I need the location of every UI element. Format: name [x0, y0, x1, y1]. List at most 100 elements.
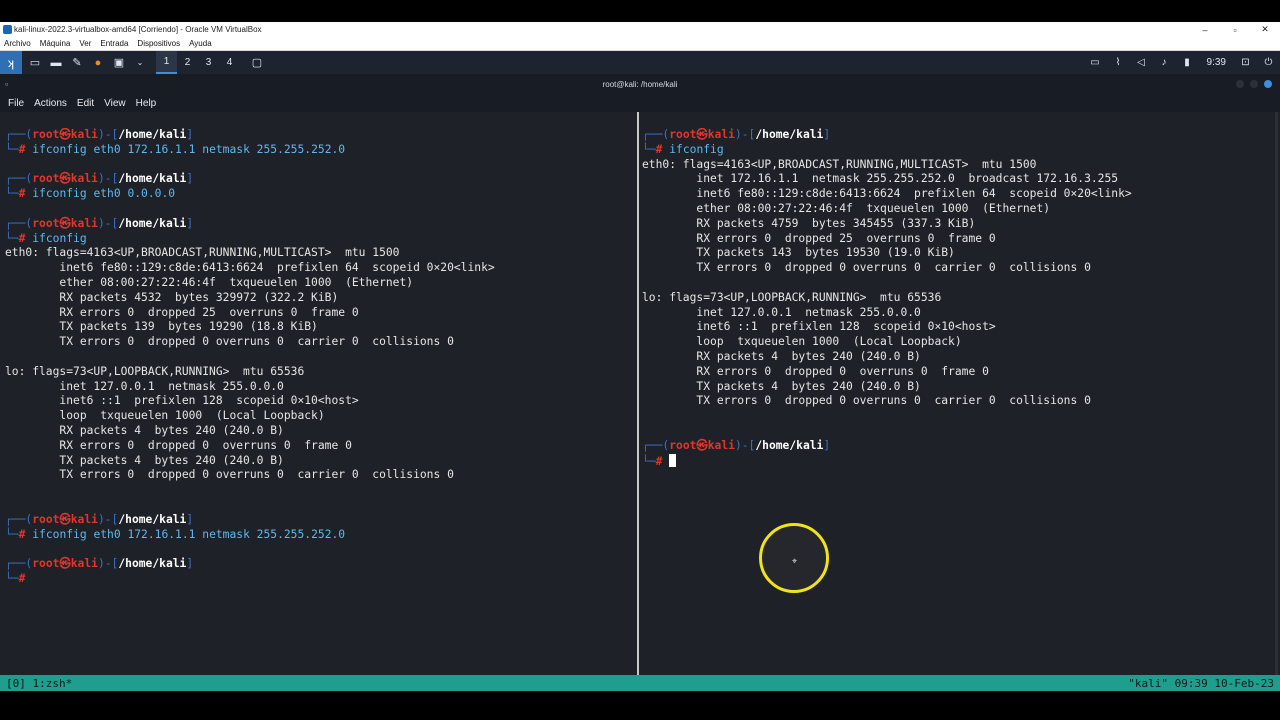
mouse-pointer-icon: ⌖ — [792, 556, 798, 566]
output-line: TX errors 0 dropped 0 overruns 0 carrier… — [5, 468, 454, 482]
terminal-menubar: File Actions Edit View Help — [0, 94, 1280, 112]
prompt-line: ┌──(root㉿kali)-[/home/kali] — [5, 217, 633, 232]
prompt-frame: )-[ — [97, 216, 119, 230]
vbox-menu-maquina[interactable]: Máquina — [40, 39, 71, 48]
notification-icon[interactable]: ♪ — [1153, 57, 1176, 68]
output-line: inet6 fe80::129:c8de:6413:6624 prefixlen… — [642, 187, 1132, 201]
output-line: TX errors 0 dropped 0 overruns 0 carrier… — [642, 394, 1091, 408]
display-icon[interactable]: ▭ — [1084, 57, 1107, 68]
terminal-maximize-icon[interactable] — [1250, 80, 1258, 88]
prompt-line: ┌──(root㉿kali)-[/home/kali] — [5, 513, 633, 528]
command-line: └─# ifconfig — [642, 143, 1274, 158]
workspace-2[interactable]: 2 — [177, 51, 198, 74]
desktop-icon[interactable]: ▭ — [27, 55, 43, 71]
network-icon[interactable]: ⌇ — [1107, 57, 1130, 68]
terminal-body[interactable]: ┌──(root㉿kali)-[/home/kali] └─# ifconfig … — [0, 112, 1280, 675]
output-line: ether 08:00:27:22:46:4f txqueuelen 1000 … — [5, 275, 414, 289]
workspace-4[interactable]: 4 — [219, 51, 240, 74]
output-line: RX errors 0 dropped 25 overruns 0 frame … — [5, 305, 359, 319]
tmux-pane-left[interactable]: ┌──(root㉿kali)-[/home/kali] └─# ifconfig … — [5, 128, 633, 587]
output-line: inet6 ::1 prefixlen 128 scopeid 0×10<hos… — [642, 320, 996, 334]
prompt-user-host: root㉿kali — [32, 172, 98, 186]
workspace-3[interactable]: 3 — [198, 51, 219, 74]
output-line: eth0: flags=4163<UP,BROADCAST,RUNNING,MU… — [5, 246, 400, 260]
tmux-window-list: [0] 1:zsh* — [6, 676, 73, 690]
panel-clock[interactable]: 9:39 — [1207, 57, 1226, 68]
menu-edit[interactable]: Edit — [77, 98, 94, 109]
close-icon[interactable]: ✕ — [1250, 24, 1280, 35]
menu-file[interactable]: File — [8, 98, 24, 109]
screenshot-icon[interactable]: ▢ — [249, 55, 265, 71]
maximize-icon[interactable]: ▫ — [1220, 25, 1250, 35]
output-line: RX errors 0 dropped 0 overruns 0 frame 0 — [642, 364, 989, 378]
tmux-pane-right[interactable]: ┌──(root㉿kali)-[/home/kali] └─# ifconfig e… — [642, 128, 1274, 468]
output-line: RX packets 4 bytes 240 (240.0 B) — [5, 423, 284, 437]
command-line: └─# ifconfig eth0 172.16.1.1 netmask 255… — [5, 528, 633, 543]
menu-view[interactable]: View — [104, 98, 126, 109]
command-text: ifconfig — [669, 142, 724, 156]
output-line: TX packets 4 bytes 240 (240.0 B) — [5, 453, 284, 467]
prompt-frame: ┌──( — [5, 172, 33, 186]
terminal-window-icon: ▫ — [5, 79, 9, 89]
prompt-path: /home/kali — [755, 438, 824, 452]
letterbox-bottom — [0, 691, 1280, 720]
tmux-status-bar: [0] 1:zsh* "kali" 09:39 10-Feb-23 — [0, 675, 1280, 691]
prompt-path: /home/kali — [118, 557, 187, 571]
prompt-frame: )-[ — [97, 172, 119, 186]
prompt-frame: ] — [823, 128, 831, 141]
vbox-menu-dispositivos[interactable]: Dispositivos — [137, 39, 180, 48]
prompt-line: ┌──(root㉿kali)-[/home/kali] — [642, 128, 1274, 143]
battery-icon[interactable]: ▮ — [1176, 57, 1199, 68]
command-line: └─# — [5, 572, 633, 587]
output-line: TX packets 143 bytes 19530 (19.0 KiB) — [642, 246, 955, 260]
prompt-line: ┌──(root㉿kali)-[/home/kali] — [5, 128, 633, 143]
prompt-frame: ┌──( — [642, 438, 670, 452]
prompt-path: /home/kali — [118, 512, 187, 526]
vbox-menu-ver[interactable]: Ver — [79, 39, 91, 48]
chevron-down-icon[interactable]: ⌄ — [132, 55, 148, 71]
vbox-menu-ayuda[interactable]: Ayuda — [189, 39, 212, 48]
vbox-menu-archivo[interactable]: Archivo — [4, 39, 31, 48]
virtualbox-window-title: kali-linux-2022.3-virtualbox-amd64 [Corr… — [14, 25, 262, 34]
command-text: ifconfig eth0 0.0.0.0 — [32, 187, 176, 201]
prompt-frame: ] — [186, 128, 194, 141]
terminal-titlebar: ▫ root@kali: /home/kali — [0, 74, 1280, 94]
file-manager-icon[interactable]: ▬ — [48, 55, 64, 71]
workspace-1[interactable]: 1 — [156, 51, 177, 74]
menu-help[interactable]: Help — [136, 98, 157, 109]
kali-menu-icon[interactable]: ʞ — [0, 51, 22, 74]
lock-icon[interactable]: ⊡ — [1234, 57, 1257, 68]
prompt-frame: ] — [186, 172, 194, 186]
terminal-icon[interactable]: ▣ — [111, 55, 127, 71]
prompt-frame: └─ — [5, 187, 19, 201]
terminal-scrollbar[interactable] — [1275, 112, 1278, 675]
terminal-minimize-icon[interactable] — [1236, 80, 1244, 88]
command-text: ifconfig eth0 172.16.1.1 netmask 255.255… — [32, 527, 346, 541]
firefox-icon[interactable]: ● — [90, 55, 106, 71]
prompt-path: /home/kali — [755, 128, 824, 141]
prompt-frame: ] — [186, 512, 194, 526]
prompt-frame: ┌──( — [5, 128, 33, 141]
terminal-close-icon[interactable] — [1264, 80, 1272, 88]
vbox-menu-entrada[interactable]: Entrada — [100, 39, 128, 48]
text-cursor — [669, 453, 677, 467]
output-line: inet 127.0.0.1 netmask 255.0.0.0 — [5, 379, 284, 393]
volume-icon[interactable]: ◁ — [1130, 57, 1153, 68]
output-line: TX errors 0 dropped 0 overruns 0 carrier… — [5, 335, 454, 349]
virtualbox-icon — [3, 25, 12, 34]
prompt-symbol: # — [18, 231, 26, 245]
output-line: TX packets 139 bytes 19290 (18.8 KiB) — [5, 320, 318, 334]
output-line: ether 08:00:27:22:46:4f txqueuelen 1000 … — [642, 201, 1051, 215]
menu-actions[interactable]: Actions — [34, 98, 67, 109]
minimize-icon[interactable]: – — [1190, 25, 1220, 35]
prompt-frame: └─ — [5, 142, 19, 156]
prompt-path: /home/kali — [118, 172, 187, 186]
text-editor-icon[interactable]: ✎ — [69, 55, 85, 71]
pane-divider[interactable] — [637, 112, 639, 675]
power-icon[interactable]: ⏻ — [1257, 57, 1280, 68]
